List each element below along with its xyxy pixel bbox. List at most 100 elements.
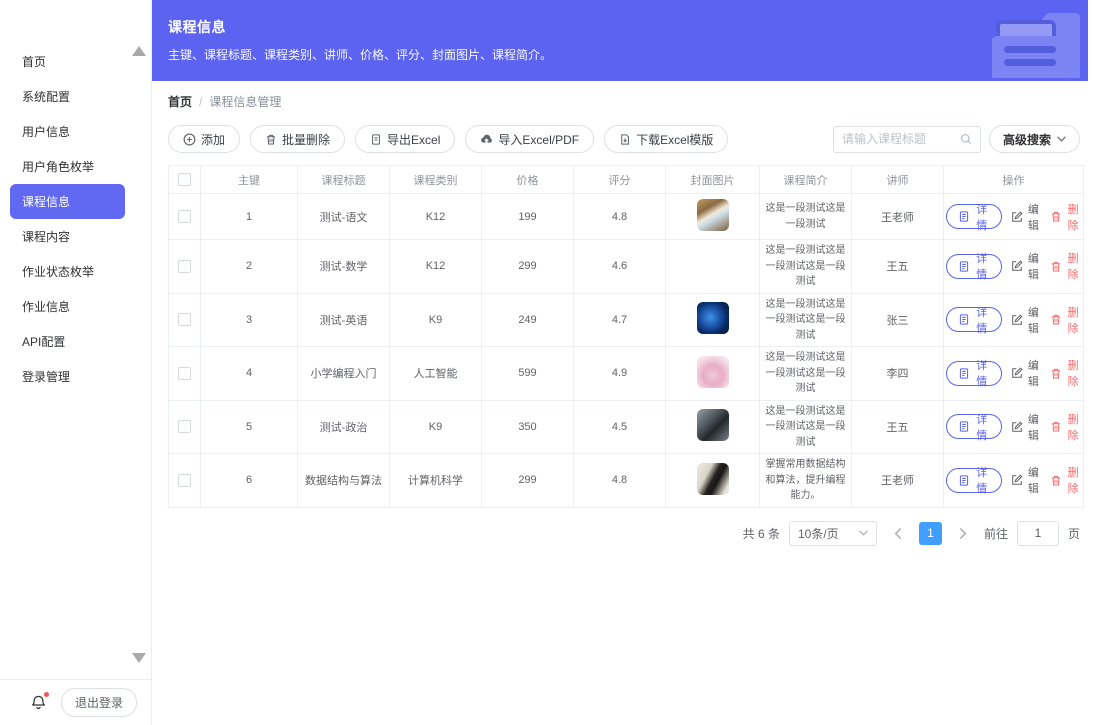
next-page-button[interactable] — [951, 521, 975, 545]
sidebar-item[interactable]: 系统配置 — [0, 79, 151, 114]
sidebar: 首页系统配置用户信息用户角色枚举课程信息课程内容作业状态枚举作业信息 API配置登… — [0, 0, 152, 725]
column-header: 讲师 — [852, 166, 944, 194]
detail-label: 详情 — [974, 201, 990, 233]
trash-button[interactable]: 批量删除 — [250, 125, 345, 153]
toolbar-buttons: 添加 批量删除 导出Excel 导入Excel/PDF 下载Excel模版 — [168, 125, 728, 153]
row-checkbox[interactable] — [178, 210, 191, 223]
sidebar-item[interactable]: 课程信息 — [10, 184, 125, 219]
button-label: 下载Excel模版 — [636, 131, 713, 148]
document-icon — [958, 210, 970, 223]
detail-button[interactable]: 详情 — [946, 254, 1002, 279]
edit-icon — [1011, 211, 1023, 223]
sidebar-item-label: 课程内容 — [22, 228, 70, 245]
cell-cover — [666, 454, 760, 508]
table-row: 4小学编程入门人工智能5994.9这是一段测试这是一段测试这是一段测试李四详情编… — [169, 347, 1084, 401]
delete-button[interactable]: 删除 — [1050, 250, 1081, 282]
sidebar-item[interactable]: 登录管理 — [0, 359, 151, 394]
cell-rating: 4.6 — [574, 240, 666, 294]
delete-button[interactable]: 删除 — [1050, 411, 1081, 443]
cell-intro: 这是一段测试这是一段测试这是一段测试 — [760, 240, 852, 294]
edit-button[interactable]: 编辑 — [1011, 250, 1042, 282]
row-checkbox[interactable] — [178, 260, 191, 273]
search-input[interactable] — [842, 132, 960, 146]
delete-button[interactable]: 删除 — [1050, 357, 1081, 389]
advanced-search-label: 高级搜索 — [1003, 131, 1051, 148]
search-icon[interactable] — [960, 133, 972, 145]
edit-label: 编辑 — [1026, 357, 1042, 389]
column-header: 价格 — [482, 166, 574, 194]
sidebar-item[interactable]: 用户角色枚举 — [0, 149, 151, 184]
document-icon — [958, 260, 970, 273]
cloud-upload-icon — [480, 133, 493, 145]
logout-button[interactable]: 退出登录 — [61, 688, 137, 717]
cell-intro: 这是一段测试这是一段测试这是一段测试 — [760, 347, 852, 401]
sidebar-item[interactable]: 课程内容 — [0, 219, 151, 254]
page-size-select[interactable]: 10条/页 — [789, 521, 877, 546]
row-checkbox[interactable] — [178, 313, 191, 326]
cell-teacher: 李四 — [852, 347, 944, 401]
scroll-down-icon[interactable] — [132, 653, 146, 663]
scroll-up-icon[interactable] — [132, 46, 146, 56]
prev-page-button[interactable] — [886, 521, 910, 545]
cell-id: 4 — [201, 347, 298, 401]
detail-label: 详情 — [974, 304, 990, 336]
cell-category: K12 — [390, 240, 482, 294]
sidebar-item[interactable]: 作业信息 — [0, 289, 151, 324]
detail-button[interactable]: 详情 — [946, 361, 1002, 386]
detail-button[interactable]: 详情 — [946, 307, 1002, 332]
column-header: 主键 — [201, 166, 298, 194]
file-button[interactable]: 导出Excel — [355, 125, 455, 153]
breadcrumb-home[interactable]: 首页 — [168, 93, 192, 110]
detail-button[interactable]: 详情 — [946, 468, 1002, 493]
file-download-button[interactable]: 下载Excel模版 — [604, 125, 728, 153]
toolbar-right: 高级搜索 — [833, 125, 1080, 153]
delete-label: 删除 — [1065, 250, 1081, 282]
row-actions: 详情编辑删除 — [946, 357, 1081, 389]
edit-button[interactable]: 编辑 — [1011, 411, 1042, 443]
sidebar-item[interactable]: 首页 — [0, 44, 151, 79]
row-checkbox[interactable] — [178, 367, 191, 380]
edit-button[interactable]: 编辑 — [1011, 304, 1042, 336]
folder-icon — [978, 6, 1080, 81]
sidebar-item[interactable]: 作业状态枚举 — [0, 254, 151, 289]
breadcrumb-separator: / — [199, 95, 202, 109]
sidebar-item[interactable]: API配置 — [0, 324, 151, 359]
cell-actions: 详情编辑删除 — [944, 240, 1084, 294]
delete-button[interactable]: 删除 — [1050, 304, 1081, 336]
button-label: 导入Excel/PDF — [498, 131, 579, 148]
cell-category: K9 — [390, 400, 482, 454]
trash-icon — [265, 133, 277, 146]
plus-circle-button[interactable]: 添加 — [168, 125, 240, 153]
cell-price: 249 — [482, 293, 574, 347]
row-checkbox[interactable] — [178, 420, 191, 433]
cover-image — [697, 249, 729, 281]
button-label: 批量删除 — [282, 131, 330, 148]
goto-page-input[interactable] — [1017, 521, 1059, 546]
advanced-search-button[interactable]: 高级搜索 — [989, 125, 1080, 153]
document-icon — [958, 474, 970, 487]
cell-intro: 这是一段测试这是一段测试这是一段测试 — [760, 293, 852, 347]
select-all-checkbox[interactable] — [178, 173, 191, 186]
sidebar-item[interactable]: 用户信息 — [0, 114, 151, 149]
sidebar-item-label: API配置 — [22, 333, 65, 350]
cell-cover — [666, 293, 760, 347]
delete-button[interactable]: 删除 — [1050, 201, 1081, 233]
cell-rating: 4.9 — [574, 347, 666, 401]
delete-label: 删除 — [1065, 464, 1081, 496]
edit-button[interactable]: 编辑 — [1011, 464, 1042, 496]
delete-label: 删除 — [1065, 357, 1081, 389]
edit-button[interactable]: 编辑 — [1011, 201, 1042, 233]
column-header: 评分 — [574, 166, 666, 194]
cloud-upload-button[interactable]: 导入Excel/PDF — [465, 125, 594, 153]
delete-button[interactable]: 删除 — [1050, 464, 1081, 496]
edit-label: 编辑 — [1026, 411, 1042, 443]
row-checkbox[interactable] — [178, 474, 191, 487]
column-header: 课程简介 — [760, 166, 852, 194]
detail-button[interactable]: 详情 — [946, 204, 1002, 229]
row-actions: 详情编辑删除 — [946, 411, 1081, 443]
edit-button[interactable]: 编辑 — [1011, 357, 1042, 389]
cell-rating: 4.8 — [574, 194, 666, 240]
notification-bell-icon[interactable] — [30, 694, 47, 711]
detail-button[interactable]: 详情 — [946, 414, 1002, 439]
page-number-active[interactable]: 1 — [919, 522, 942, 545]
